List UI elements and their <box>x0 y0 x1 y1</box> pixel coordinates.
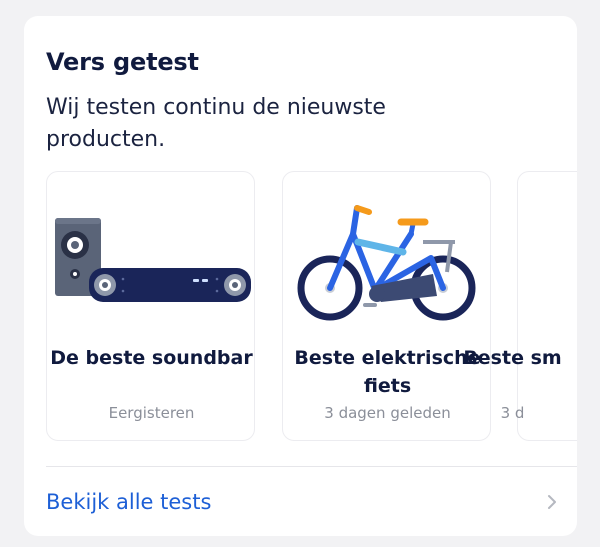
test-card-title: De beste soundbar <box>50 347 253 369</box>
recently-tested-panel: Vers getest Wij testen continu de nieuws… <box>24 16 577 536</box>
section-title: Vers getest <box>46 48 199 76</box>
test-card-date: 3 d <box>500 404 525 422</box>
divider <box>46 466 577 467</box>
test-card-partial[interactable]: Beste sm 3 d <box>463 171 577 441</box>
view-all-tests-label: Bekijk alle tests <box>46 490 212 514</box>
tests-carousel[interactable]: De beste soundbar Eergisteren Beste elek… <box>46 171 577 446</box>
test-card-date: Eergisteren <box>108 404 195 422</box>
test-card-soundbar[interactable]: De beste soundbar Eergisteren <box>46 171 255 441</box>
test-card-title: Beste sm <box>463 347 562 369</box>
test-card-ebike[interactable]: Beste elektrische fiets 3 dagen geleden <box>282 171 491 441</box>
chevron-right-icon <box>548 495 556 509</box>
ebike-illustration <box>297 205 476 321</box>
section-subtitle: Wij testen continu de nieuwste producten… <box>46 95 386 152</box>
view-all-tests-link[interactable]: Bekijk alle tests <box>46 486 557 518</box>
soundbar-illustration <box>55 218 251 302</box>
